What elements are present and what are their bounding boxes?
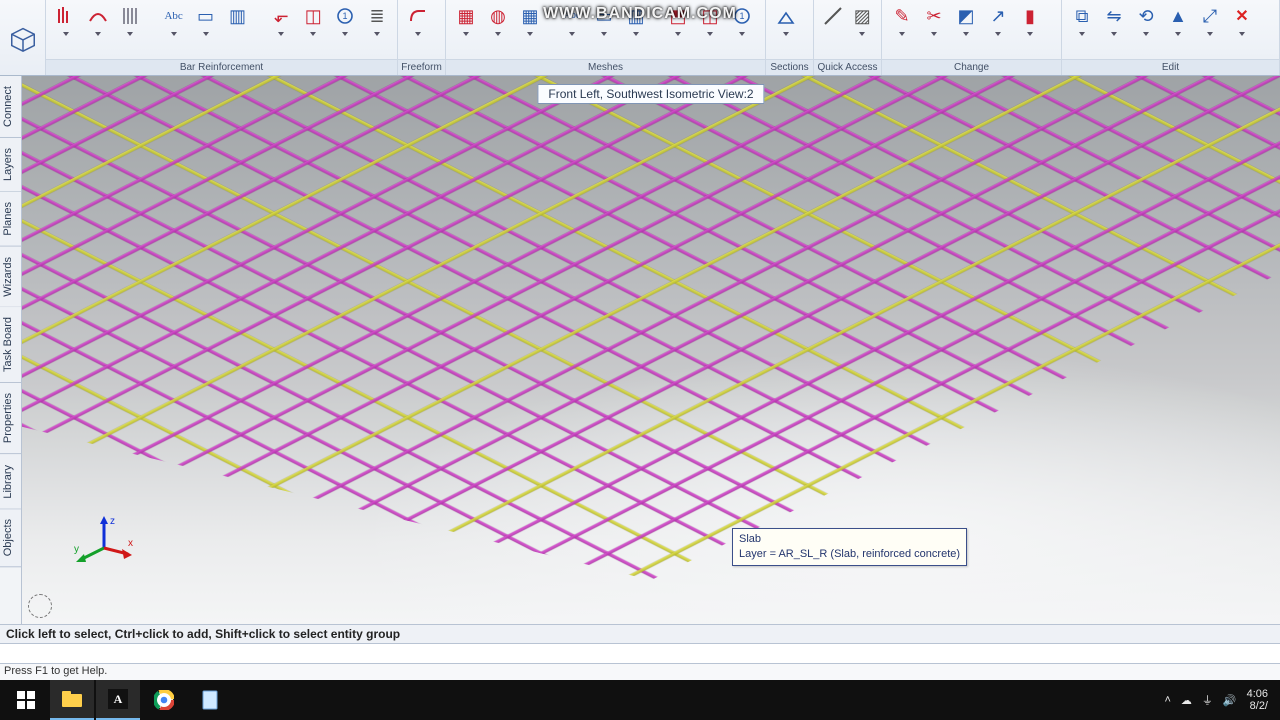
- svg-text:x: x: [128, 538, 133, 549]
- taskbar-app-allplan[interactable]: A: [96, 680, 140, 720]
- start-button[interactable]: [4, 680, 48, 720]
- system-tray: ˄ ☁ ⏚ 🔊 4:06 8/2/: [1164, 688, 1276, 712]
- tool-change-2[interactable]: ✂: [920, 4, 948, 52]
- ribbon: Abc ▭ ▥ ⬐ ◫ 1 ≣ Bar Reinforcement Freefo…: [0, 0, 1280, 76]
- group-label: Change: [882, 59, 1061, 75]
- tool-bars-2[interactable]: [84, 4, 112, 52]
- sidetab-objects[interactable]: Objects: [0, 509, 21, 567]
- sidetab-wizards[interactable]: Wizards: [0, 247, 21, 308]
- tool-bars-3[interactable]: [116, 4, 144, 52]
- tool-copy[interactable]: ⧉: [1068, 4, 1096, 52]
- nav-sphere-icon[interactable]: [28, 594, 52, 618]
- tooltip-layer: Layer = AR_SL_R (Slab, reinforced concre…: [739, 547, 960, 562]
- group-label: Meshes: [446, 59, 765, 75]
- tool-quick-line[interactable]: [820, 4, 846, 52]
- tool-rotate[interactable]: ⟲: [1132, 4, 1160, 52]
- group-label: Edit: [1062, 59, 1279, 75]
- tray-time: 4:06: [1247, 688, 1268, 700]
- group-label: Sections: [766, 59, 813, 75]
- svg-text:1: 1: [739, 11, 744, 21]
- tray-volume-icon[interactable]: 🔊: [1223, 694, 1237, 707]
- group-meshes: ▦ ◍ ▦ Abc ▭ ▥ ⬒ ◫ 1 Meshes: [446, 0, 766, 75]
- group-sections: Sections: [766, 0, 814, 75]
- viewport[interactable]: Front Left, Southwest Isometric View:2 S…: [22, 76, 1280, 624]
- tool-flip[interactable]: ▲: [1164, 4, 1192, 52]
- svg-text:1: 1: [343, 11, 348, 21]
- windows-taskbar: A ˄ ☁ ⏚ 🔊 4:06 8/2/: [0, 680, 1280, 720]
- tool-section[interactable]: [772, 4, 800, 52]
- tool-mesh-mark[interactable]: 1: [728, 4, 756, 52]
- sidetab-task-board[interactable]: Task Board: [0, 307, 21, 383]
- ribbon-groups: Abc ▭ ▥ ⬐ ◫ 1 ≣ Bar Reinforcement Freefo…: [46, 0, 1280, 75]
- group-edit: ⧉ ⇋ ⟲ ▲ ⤢ ✕ Edit: [1062, 0, 1280, 75]
- sidetab-planes[interactable]: Planes: [0, 192, 21, 247]
- group-quick-access: ▨ Quick Access: [814, 0, 882, 75]
- sidetab-properties[interactable]: Properties: [0, 383, 21, 454]
- tooltip-title: Slab: [739, 532, 960, 547]
- tray-wifi-icon[interactable]: ⏚: [1202, 692, 1213, 708]
- taskbar-notepad[interactable]: [188, 680, 232, 720]
- tool-mesh-dim1[interactable]: ▭: [590, 4, 618, 52]
- tool-change-4[interactable]: ↗: [984, 4, 1012, 52]
- hover-tooltip: Slab Layer = AR_SL_R (Slab, reinforced c…: [732, 528, 967, 566]
- tool-mark[interactable]: 1: [331, 4, 359, 52]
- tool-dim-1[interactable]: ▭: [192, 4, 220, 52]
- tool-change-1[interactable]: ✎: [888, 4, 916, 52]
- group-label: Quick Access: [814, 59, 881, 75]
- tray-clock[interactable]: 4:06 8/2/: [1247, 688, 1268, 712]
- selection-hint-text: Click left to select, Ctrl+click to add,…: [6, 627, 400, 641]
- tool-stretch[interactable]: ⤢: [1196, 4, 1224, 52]
- tool-mesh-dim2[interactable]: ▥: [622, 4, 650, 52]
- side-tab-strip: Connect Layers Planes Wizards Task Board…: [0, 76, 22, 624]
- tray-chevron-up-icon[interactable]: ˄: [1164, 694, 1170, 706]
- sidetab-layers[interactable]: Layers: [0, 138, 21, 192]
- tool-mesh-a[interactable]: ⬒: [664, 4, 692, 52]
- tool-dim-2[interactable]: ▥: [224, 4, 252, 52]
- svg-text:z: z: [110, 516, 115, 527]
- tool-change-5[interactable]: ▮: [1016, 4, 1044, 52]
- tray-cloud-icon[interactable]: ☁: [1181, 694, 1192, 707]
- taskbar-chrome[interactable]: [142, 680, 186, 720]
- svg-text:y: y: [74, 544, 79, 555]
- tray-date: 8/2/: [1247, 700, 1268, 712]
- command-input-bar[interactable]: [0, 644, 1280, 664]
- sidetab-connect[interactable]: Connect: [0, 76, 21, 138]
- group-change: ✎ ✂ ◩ ↗ ▮ Change: [882, 0, 1062, 75]
- help-text: Press F1 to get Help.: [4, 665, 107, 677]
- axis-triad: z y x: [72, 514, 136, 564]
- group-label: Freeform: [398, 59, 445, 75]
- group-freeform: Freeform: [398, 0, 446, 75]
- app-menu-button[interactable]: [0, 0, 46, 75]
- tool-mirror[interactable]: ⇋: [1100, 4, 1128, 52]
- taskbar-file-explorer[interactable]: [50, 680, 94, 720]
- tool-mesh-2[interactable]: ◍: [484, 4, 512, 52]
- tool-change-3[interactable]: ◩: [952, 4, 980, 52]
- group-bar-reinforcement: Abc ▭ ▥ ⬐ ◫ 1 ≣ Bar Reinforcement: [46, 0, 398, 75]
- sidetab-library[interactable]: Library: [0, 455, 21, 510]
- selection-hint-bar: Click left to select, Ctrl+click to add,…: [0, 624, 1280, 644]
- tool-delete[interactable]: ✕: [1228, 4, 1256, 52]
- tool-bar-extra[interactable]: ≣: [363, 4, 391, 52]
- tool-mesh-abc[interactable]: Abc: [558, 4, 586, 52]
- tool-mesh-3[interactable]: ▦: [516, 4, 544, 52]
- tool-freeform[interactable]: [404, 4, 432, 52]
- tool-label-abc[interactable]: Abc: [160, 4, 188, 52]
- tool-bent-bar[interactable]: ⬐: [267, 4, 295, 52]
- help-bar: Press F1 to get Help.: [0, 664, 1280, 680]
- group-label: Bar Reinforcement: [46, 59, 397, 75]
- view-label: Front Left, Southwest Isometric View:2: [537, 84, 764, 104]
- tool-mesh-1[interactable]: ▦: [452, 4, 480, 52]
- tool-bars-1[interactable]: [52, 4, 80, 52]
- tool-quick-hatch[interactable]: ▨: [850, 4, 876, 52]
- tool-stirrup[interactable]: ◫: [299, 4, 327, 52]
- tool-mesh-b[interactable]: ◫: [696, 4, 724, 52]
